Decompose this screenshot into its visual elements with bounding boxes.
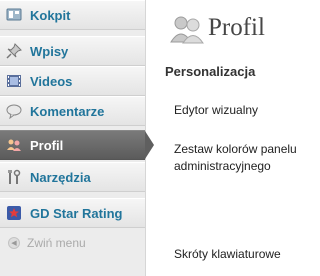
sidebar-item-label: Narzędzia xyxy=(30,169,91,185)
sidebar-item-narzedzia[interactable]: Narzędzia xyxy=(0,162,145,192)
sidebar-item-kokpit[interactable]: Kokpit xyxy=(0,0,145,30)
sidebar-item-label: Profil xyxy=(30,137,64,153)
admin-color-scheme-label: Zestaw kolorów panelu administracyjnego xyxy=(174,142,297,173)
sidebar-item-label: Videos xyxy=(30,73,73,89)
users-icon xyxy=(6,137,22,153)
sidebar-item-komentarze[interactable]: Komentarze xyxy=(0,96,145,126)
pushpin-icon xyxy=(6,43,22,59)
film-icon xyxy=(6,73,22,89)
dashboard-icon xyxy=(6,7,22,23)
sidebar-item-label: Komentarze xyxy=(30,103,105,119)
sidebar-item-gd-star-rating[interactable]: GD Star Rating xyxy=(0,198,145,228)
star-rating-icon xyxy=(6,205,22,221)
sidebar-item-profil[interactable]: Profil xyxy=(0,130,145,160)
sidebar-item-label: GD Star Rating xyxy=(30,205,123,221)
main-content: Profil Personalizacja Edytor wizualny Ze… xyxy=(146,0,320,276)
comment-bubble-icon xyxy=(6,103,22,119)
page-title: Profil xyxy=(208,14,265,41)
sidebar-item-label: Kokpit xyxy=(30,7,71,23)
sidebar-item-label: Wpisy xyxy=(30,43,69,59)
sidebar-item-videos[interactable]: Videos xyxy=(0,66,145,96)
collapse-arrow-icon: ◀ xyxy=(8,237,20,249)
section-heading: Personalizacja xyxy=(165,64,256,79)
admin-sidebar: Kokpit Wpisy Videos Komentarze Profil Na… xyxy=(0,0,146,276)
collapse-menu-button[interactable]: ◀ Zwiń menu xyxy=(0,230,145,256)
visual-editor-label: Edytor wizualny xyxy=(174,103,259,117)
collapse-menu-label: Zwiń menu xyxy=(27,236,86,250)
users-icon xyxy=(170,14,204,49)
sidebar-item-wpisy[interactable]: Wpisy xyxy=(0,36,145,66)
keyboard-shortcuts-label: Skróty klawiaturowe xyxy=(174,247,281,261)
tools-icon xyxy=(6,169,22,185)
